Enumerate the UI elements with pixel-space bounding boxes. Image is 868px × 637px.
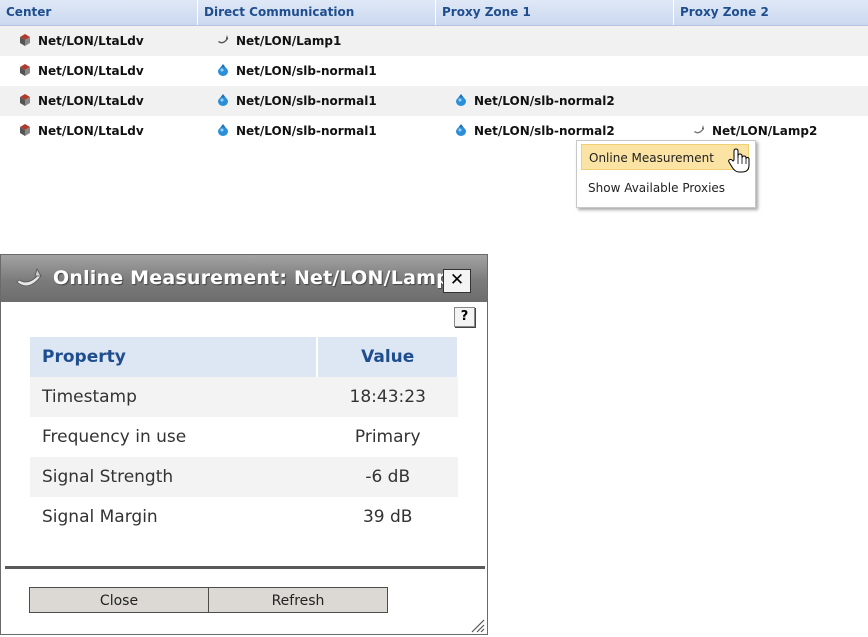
center-label: Net/LON/LtaLdv: [38, 34, 144, 48]
center-cell[interactable]: Net/LON/LtaLdv: [18, 116, 144, 146]
proxy2-label: Net/LON/Lamp2: [712, 124, 818, 138]
menu-item-show-available-proxies[interactable]: Show Available Proxies: [581, 175, 749, 201]
proxy1-label: Net/LON/slb-normal2: [474, 94, 615, 108]
table-row[interactable]: Net/LON/LtaLdv Net/LON/Lamp1: [0, 26, 868, 56]
streetlight-node-icon: [218, 124, 228, 136]
help-button[interactable]: ?: [454, 307, 475, 327]
measurement-table: Property Value Timestamp 18:43:23 Freque…: [30, 337, 459, 537]
device-router-icon: [20, 94, 30, 106]
center-label: Net/LON/LtaLdv: [38, 124, 144, 138]
property-value: Primary: [354, 427, 421, 447]
property-name: Signal Margin: [42, 507, 158, 527]
column-header-proxy-zone-2[interactable]: Proxy Zone 2: [674, 0, 868, 25]
direct-cell[interactable]: Net/LON/slb-normal1: [216, 86, 377, 116]
center-cell[interactable]: Net/LON/LtaLdv: [18, 56, 144, 86]
device-router-icon: [20, 64, 30, 76]
table-row[interactable]: Net/LON/LtaLdv Net/LON/slb-normal1 Net/L…: [0, 86, 868, 116]
property-value: 18:43:23: [317, 377, 458, 417]
proxy1-label: Net/LON/slb-normal2: [474, 124, 615, 138]
direct-label: Net/LON/Lamp1: [236, 34, 342, 48]
dialog-title: Online Measurement: Net/LON/Lamp2: [53, 267, 464, 289]
streetlight-node-icon: [456, 94, 466, 106]
direct-cell[interactable]: Net/LON/slb-normal1: [216, 56, 377, 86]
dialog-divider: [5, 566, 485, 569]
streetlight-node-icon: [218, 64, 228, 76]
table-row: Timestamp 18:43:23: [30, 377, 458, 417]
direct-cell[interactable]: Net/LON/Lamp1: [216, 26, 341, 56]
property-name: Timestamp: [30, 377, 318, 417]
close-icon[interactable]: ✕: [443, 269, 471, 293]
column-header-direct-communication[interactable]: Direct Communication: [198, 0, 436, 25]
direct-label: Net/LON/slb-normal1: [236, 94, 377, 108]
online-measurement-dialog: Online Measurement: Net/LON/Lamp2 ✕ ? Pr…: [0, 254, 488, 635]
column-header-proxy-zone-1[interactable]: Proxy Zone 1: [436, 0, 674, 25]
close-button[interactable]: Close: [29, 587, 209, 613]
column-header-center[interactable]: Center: [0, 0, 198, 25]
center-cell[interactable]: Net/LON/LtaLdv: [18, 26, 144, 56]
direct-label: Net/LON/slb-normal1: [236, 124, 377, 138]
direct-label: Net/LON/slb-normal1: [236, 64, 377, 78]
measurement-table-header: Property Value: [30, 337, 459, 377]
proxy1-cell[interactable]: Net/LON/slb-normal2: [454, 86, 615, 116]
center-cell[interactable]: Net/LON/LtaLdv: [18, 86, 144, 116]
device-router-icon: [20, 34, 30, 46]
property-value: 39 dB: [362, 507, 413, 527]
lamp-icon: [694, 125, 704, 134]
dialog-titlebar[interactable]: Online Measurement: Net/LON/Lamp2 ✕: [1, 255, 487, 302]
topology-table: Center Direct Communication Proxy Zone 1…: [0, 0, 868, 146]
table-row[interactable]: Net/LON/LtaLdv Net/LON/slb-normal1: [0, 56, 868, 86]
menu-item-online-measurement[interactable]: Online Measurement: [581, 144, 749, 170]
table-header: Center Direct Communication Proxy Zone 1…: [0, 0, 868, 26]
refresh-button[interactable]: Refresh: [208, 587, 388, 613]
column-header-value: Value: [317, 337, 459, 377]
table-row: Frequency in use Primary: [30, 417, 458, 457]
direct-cell[interactable]: Net/LON/slb-normal1: [216, 116, 377, 146]
table-row: Signal Strength -6 dB: [30, 457, 458, 497]
property-value: -6 dB: [317, 457, 458, 497]
resize-grip-icon[interactable]: [469, 617, 485, 633]
lamp-icon: [16, 268, 42, 287]
device-router-icon: [20, 124, 30, 136]
property-name: Signal Strength: [30, 457, 318, 497]
lamp-icon: [218, 35, 228, 44]
property-name: Frequency in use: [42, 427, 187, 447]
center-label: Net/LON/LtaLdv: [38, 94, 144, 108]
table-row: Signal Margin 39 dB: [30, 497, 458, 537]
streetlight-node-icon: [456, 124, 466, 136]
center-label: Net/LON/LtaLdv: [38, 64, 144, 78]
hand-cursor-icon: [728, 148, 750, 173]
column-header-property: Property: [30, 337, 319, 377]
streetlight-node-icon: [218, 94, 228, 106]
